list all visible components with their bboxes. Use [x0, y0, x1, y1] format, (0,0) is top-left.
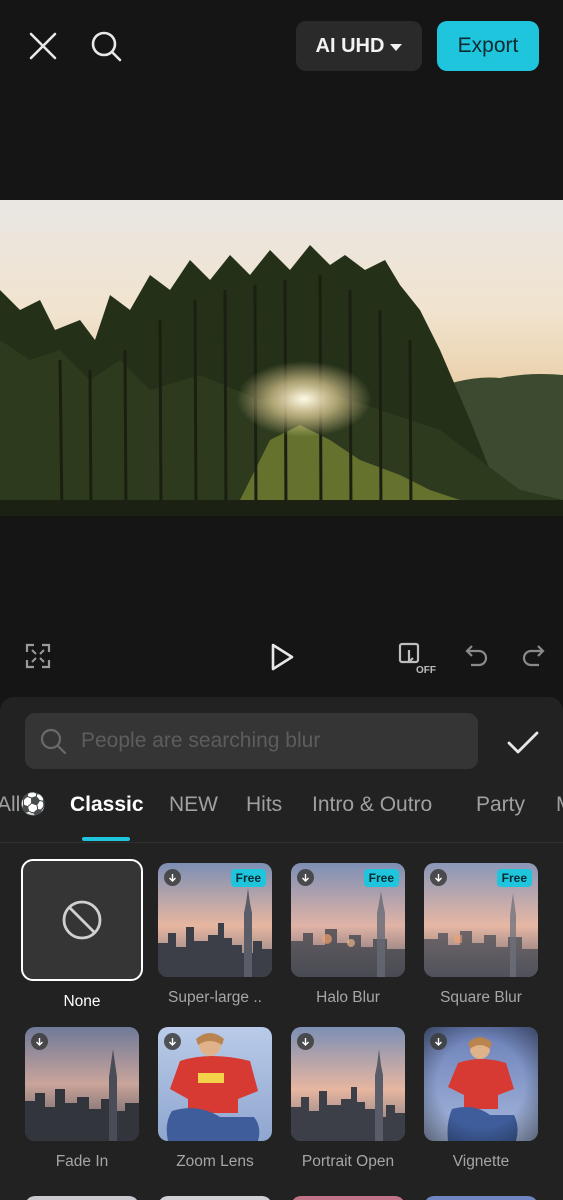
close-icon	[29, 32, 57, 60]
search-placeholder: People are searching blur	[81, 729, 321, 752]
playback-controls: OFF	[0, 630, 563, 686]
play-button[interactable]	[268, 642, 296, 672]
tab-more[interactable]: M	[556, 793, 563, 817]
video-preview[interactable]	[0, 200, 563, 516]
effect-label: Square Blur	[440, 989, 522, 1006]
effect-thumbnail-peek	[291, 1196, 405, 1200]
download-icon	[164, 869, 181, 886]
download-icon	[164, 1033, 181, 1050]
effect-thumbnail	[424, 1027, 538, 1141]
effect-thumbnail	[25, 1027, 139, 1141]
keyframe-off-icon: OFF	[398, 642, 436, 674]
search-icon	[40, 728, 67, 755]
effect-label: Fade In	[55, 1153, 109, 1170]
effect-thumbnail: Free	[291, 863, 405, 977]
effect-label: Vignette	[452, 1153, 510, 1170]
download-icon	[297, 869, 314, 886]
free-badge: Free	[496, 869, 532, 887]
effects-panel: People are searching blur All⚽ Classic N…	[0, 697, 563, 1200]
keyframe-toggle[interactable]: OFF	[397, 640, 437, 674]
effect-search-input[interactable]: People are searching blur	[25, 713, 478, 769]
effect-thumbnail: Free	[158, 863, 272, 977]
fullscreen-icon	[25, 643, 51, 669]
undo-icon	[465, 645, 488, 667]
checkmark-icon	[507, 731, 539, 754]
effect-label: Portrait Open	[301, 1153, 395, 1170]
ai-uhd-dropdown[interactable]: AI UHD	[296, 21, 422, 71]
search-icon	[91, 31, 122, 62]
download-icon	[31, 1033, 48, 1050]
effect-none[interactable]: None	[21, 859, 143, 1011]
caret-down-icon	[390, 43, 403, 51]
download-icon	[430, 1033, 447, 1050]
tab-hits[interactable]: Hits	[246, 793, 282, 817]
ai-uhd-label: AI UHD	[315, 34, 385, 57]
effect-thumbnail-peek	[158, 1196, 272, 1200]
export-button[interactable]: Export	[437, 21, 539, 71]
effect-label: Halo Blur	[316, 989, 380, 1006]
effect-zoom-lens[interactable]: Zoom Lens	[158, 1027, 272, 1171]
effect-fade-in[interactable]: Fade In	[25, 1027, 139, 1171]
category-tabs: All⚽ Classic NEW Hits Intro & Outro Part…	[0, 785, 563, 841]
effect-thumbnail	[291, 1027, 405, 1141]
effect-label: Zoom Lens	[176, 1153, 254, 1170]
download-icon	[297, 1033, 314, 1050]
tab-intro-outro[interactable]: Intro & Outro	[312, 793, 432, 817]
no-effect-icon	[62, 900, 102, 940]
tab-party[interactable]: Party	[476, 793, 525, 817]
confirm-button[interactable]	[500, 723, 546, 763]
free-badge: Free	[230, 869, 266, 887]
effect-portrait-open[interactable]: Portrait Open	[291, 1027, 405, 1171]
tabs-divider	[0, 842, 563, 843]
redo-icon	[522, 645, 545, 667]
effect-thumbnail-peek	[424, 1196, 538, 1200]
top-bar: AI UHD Export	[0, 0, 563, 92]
tab-new[interactable]: NEW	[169, 793, 218, 817]
effect-label: None	[63, 993, 101, 1010]
fullscreen-button[interactable]	[24, 642, 52, 670]
close-button[interactable]	[22, 25, 64, 67]
effect-thumbnail: Free	[424, 863, 538, 977]
effect-label: Super-large ..	[168, 989, 262, 1006]
none-thumbnail	[21, 859, 143, 981]
preview-image	[0, 200, 563, 516]
redo-button[interactable]	[519, 642, 547, 670]
search-button[interactable]	[84, 25, 128, 67]
free-badge: Free	[363, 869, 399, 887]
tab-classic[interactable]: Classic	[70, 793, 144, 817]
effect-thumbnail-peek	[25, 1196, 139, 1200]
download-icon	[430, 869, 447, 886]
keyframe-off-text: OFF	[416, 665, 436, 674]
effect-vignette[interactable]: Vignette	[424, 1027, 538, 1171]
effect-thumbnail	[158, 1027, 272, 1141]
effect-super-large[interactable]: Free Super-large ..	[158, 863, 272, 1007]
undo-button[interactable]	[463, 642, 491, 670]
tab-all[interactable]: All⚽	[0, 793, 47, 817]
active-tab-indicator	[82, 837, 130, 841]
play-icon	[271, 643, 294, 671]
effect-square-blur[interactable]: Free Square Blur	[424, 863, 538, 1007]
effect-halo-blur[interactable]: Free Halo Blur	[291, 863, 405, 1007]
